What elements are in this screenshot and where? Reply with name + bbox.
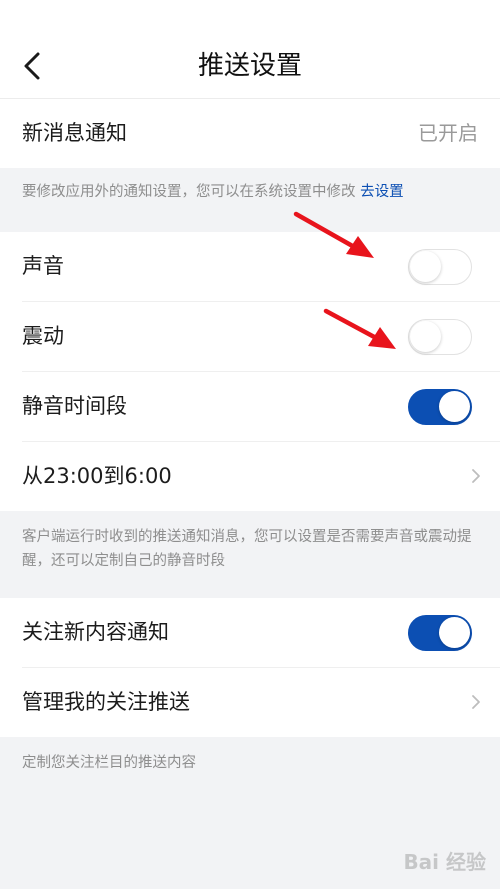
new-message-row[interactable]: 新消息通知 已开启 [22, 99, 500, 168]
toggle-knob [439, 617, 470, 648]
vibrate-toggle[interactable] [408, 319, 472, 355]
quiet-hours-label: 静音时间段 [22, 394, 127, 418]
header-bar: 推送设置 [0, 0, 500, 99]
manage-follow-label: 管理我的关注推送 [22, 690, 190, 714]
chevron-right-icon [472, 469, 480, 483]
sound-settings-group: 声音 震动 静音时间段 从23:00到6:00 [0, 232, 500, 511]
vibrate-label: 震动 [22, 324, 64, 348]
quiet-hours-note: 客户端运行时收到的推送通知消息，您可以设置是否需要声音或震动提醒，还可以定制自己… [22, 529, 472, 569]
sound-row: 声音 [22, 232, 500, 302]
system-settings-note-text: 要修改应用外的通知设置，您可以在系统设置中修改 [22, 184, 356, 200]
red-arrow-icon [323, 308, 396, 349]
watermark-text: Bai 经验 [403, 850, 486, 874]
toggle-knob [410, 321, 441, 352]
page-title: 推送设置 [197, 51, 302, 81]
new-message-status: 已开启 [418, 121, 478, 145]
quiet-hours-toggle[interactable] [408, 389, 472, 425]
sound-toggle[interactable] [408, 249, 472, 285]
follow-new-row: 关注新内容通知 [22, 598, 500, 668]
quiet-range-row[interactable]: 从23:00到6:00 [22, 442, 500, 511]
new-message-group: 新消息通知 已开启 [0, 99, 500, 168]
manage-follow-row[interactable]: 管理我的关注推送 [22, 668, 500, 737]
red-arrow-icon [293, 211, 374, 258]
follow-new-toggle[interactable] [408, 615, 472, 651]
vibrate-row: 震动 [22, 302, 500, 372]
quiet-hours-row: 静音时间段 [22, 372, 500, 442]
toggle-knob [439, 391, 470, 422]
sound-label: 声音 [22, 254, 64, 278]
quiet-range-label: 从23:00到6:00 [22, 464, 172, 488]
follow-note: 定制您关注栏目的推送内容 [22, 755, 196, 771]
system-settings-note: 要修改应用外的通知设置，您可以在系统设置中修改 去设置 [22, 180, 480, 204]
go-settings-link[interactable]: 去设置 [360, 184, 404, 200]
chevron-right-icon [472, 695, 480, 709]
follow-new-label: 关注新内容通知 [22, 620, 169, 644]
follow-settings-group: 关注新内容通知 管理我的关注推送 [0, 598, 500, 737]
toggle-knob [410, 251, 441, 282]
new-message-label: 新消息通知 [22, 121, 127, 145]
